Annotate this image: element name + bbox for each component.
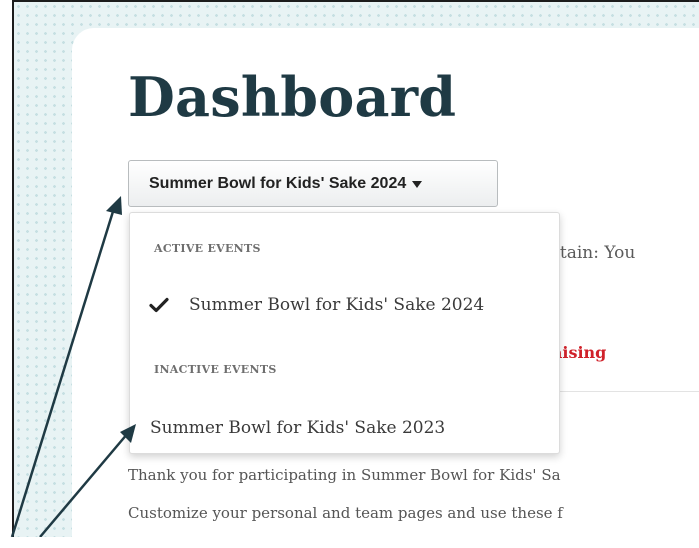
page-title: Dashboard	[128, 65, 457, 129]
event-select-label: Summer Bowl for Kids' Sake 2024	[149, 174, 407, 192]
event-dropdown-menu: ACTIVE EVENTS Summer Bowl for Kids' Sake…	[129, 212, 560, 454]
section-divider	[555, 391, 699, 392]
customize-text: Customize your personal and team pages a…	[128, 504, 563, 522]
event-option-label: Summer Bowl for Kids' Sake 2024	[189, 295, 485, 315]
team-captain-text: ptain: You	[549, 243, 636, 263]
inactive-events-header: INACTIVE EVENTS	[154, 363, 277, 376]
check-icon	[149, 297, 169, 313]
thanks-text: Thank you for participating in Summer Bo…	[128, 466, 561, 484]
active-events-header: ACTIVE EVENTS	[154, 242, 261, 255]
caret-down-icon	[412, 180, 423, 188]
fundraising-label: aising	[552, 343, 607, 362]
event-option-label: Summer Bowl for Kids' Sake 2023	[150, 418, 446, 438]
event-option-2023[interactable]: Summer Bowl for Kids' Sake 2023	[150, 418, 445, 438]
event-option-2024[interactable]: Summer Bowl for Kids' Sake 2024	[149, 295, 484, 315]
event-select-button[interactable]: Summer Bowl for Kids' Sake 2024	[128, 160, 498, 207]
